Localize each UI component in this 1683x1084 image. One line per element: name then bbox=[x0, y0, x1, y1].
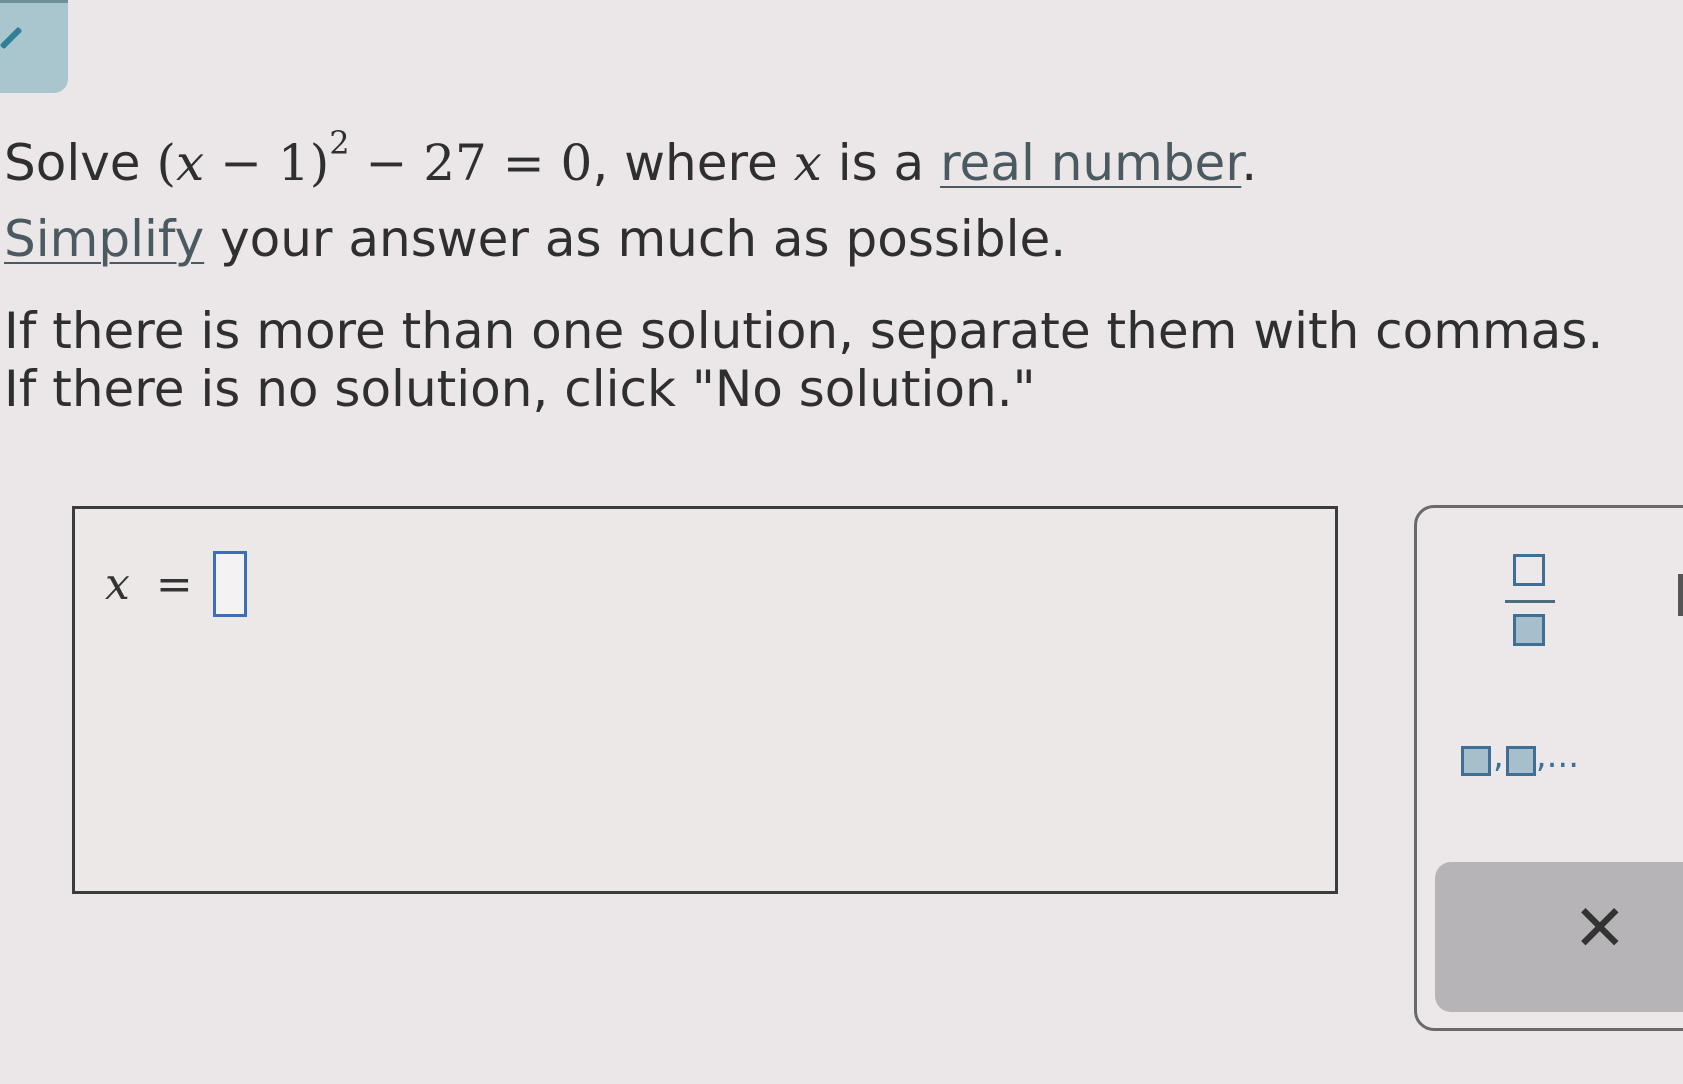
list-first-box bbox=[1461, 746, 1491, 776]
instructions: If there is more than one solution, sepa… bbox=[4, 302, 1603, 418]
answer-variable: x bbox=[105, 558, 130, 610]
equation-open-paren: ( bbox=[156, 134, 176, 192]
answer-input[interactable] bbox=[212, 551, 247, 617]
answer-row: x = bbox=[105, 551, 247, 617]
is-a-text: is a bbox=[821, 134, 941, 192]
equation-rest: − 27 = 0 bbox=[349, 134, 593, 192]
fraction-denominator-box bbox=[1513, 614, 1545, 646]
question-line-1: Solve (x − 1)2 − 27 = 0, where x is a re… bbox=[4, 124, 1564, 204]
pencil-icon bbox=[0, 26, 23, 50]
real-number-link[interactable]: real number bbox=[940, 134, 1241, 192]
answer-area[interactable]: x = bbox=[72, 506, 1338, 894]
equation-variable: x bbox=[176, 134, 205, 192]
question-line-2: Simplify your answer as much as possible… bbox=[4, 204, 1564, 274]
list-separator: , bbox=[1493, 736, 1504, 776]
instruction-multiple-solutions: If there is more than one solution, sepa… bbox=[4, 302, 1604, 360]
instruction-no-solution: If there is no solution, click "No solut… bbox=[4, 360, 1036, 418]
fraction-numerator-box bbox=[1513, 554, 1545, 586]
collapse-tab[interactable] bbox=[0, 0, 68, 93]
fraction-bar bbox=[1505, 600, 1555, 603]
math-tool-panel: , ,... ✕ bbox=[1414, 505, 1683, 1031]
equation-exponent: 2 bbox=[329, 124, 350, 162]
fraction-template-button[interactable] bbox=[1505, 552, 1555, 652]
simplify-rest-text: your answer as much as possible. bbox=[204, 210, 1067, 268]
where-variable: x bbox=[793, 134, 822, 192]
solve-word: Solve bbox=[4, 134, 141, 192]
period: . bbox=[1241, 134, 1258, 192]
panel-edge-marker bbox=[1678, 574, 1683, 616]
close-icon: ✕ bbox=[1573, 892, 1627, 966]
list-ellipsis: ,... bbox=[1535, 736, 1580, 776]
question-prompt: Solve (x − 1)2 − 27 = 0, where x is a re… bbox=[4, 124, 1564, 274]
clear-button[interactable]: ✕ bbox=[1435, 862, 1683, 1012]
list-second-box bbox=[1505, 746, 1536, 776]
list-template-button[interactable]: , ,... bbox=[1461, 736, 1579, 776]
equation-minus-one: − 1) bbox=[204, 134, 330, 192]
equation: (x − 1)2 − 27 = 0 bbox=[156, 124, 593, 192]
where-text: , where bbox=[592, 134, 794, 192]
simplify-link[interactable]: Simplify bbox=[4, 210, 204, 268]
answer-equals: = bbox=[155, 558, 193, 610]
